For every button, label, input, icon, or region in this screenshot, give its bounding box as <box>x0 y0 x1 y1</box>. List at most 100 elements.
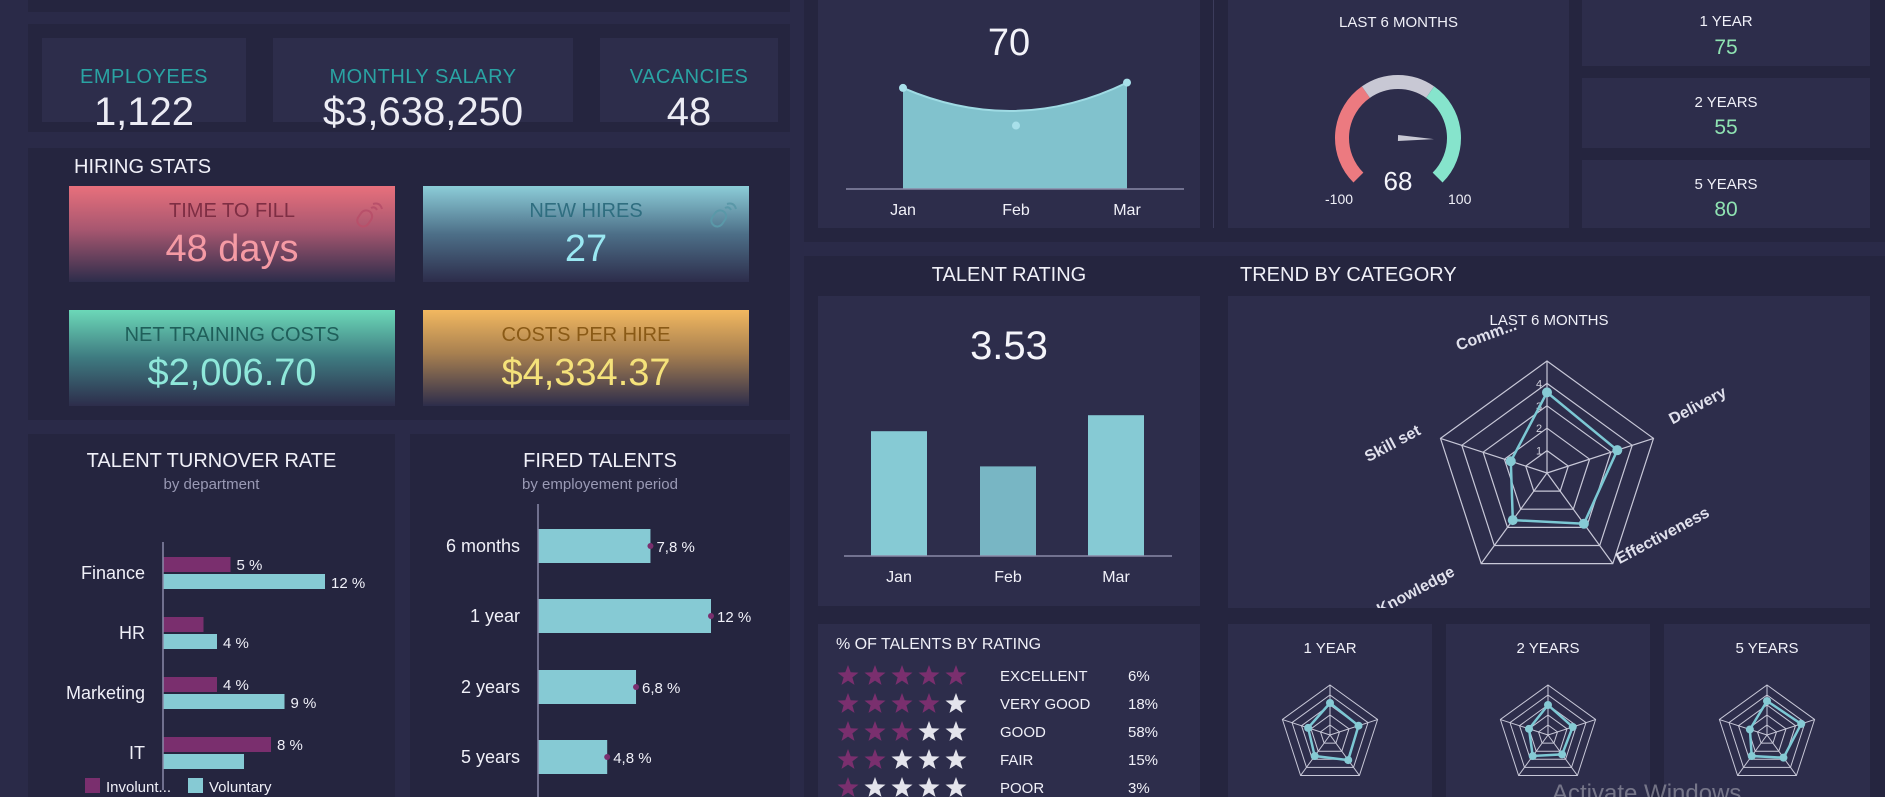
employees-card: EMPLOYEES 1,122 <box>42 38 246 134</box>
star-empty-icon <box>945 721 967 741</box>
radar-2y-chart <box>1499 684 1597 776</box>
fired-bar-marker <box>633 684 640 690</box>
new-hires-label: NEW HIRES <box>529 200 643 222</box>
star-filled-icon <box>864 749 886 769</box>
star-empty-icon <box>945 777 967 797</box>
radar-point <box>1544 701 1552 709</box>
rating-rows: EXCELLENT 6% VERY GOOD 18% GOOD 58% FAIR 15% POO… <box>836 664 1196 797</box>
radar-axis-label: Delivery <box>1666 384 1729 428</box>
radar-point <box>1568 722 1577 731</box>
gauge-arc-gray <box>1361 75 1435 99</box>
vacancies-card: VACANCIES 48 <box>600 38 778 134</box>
star-empty-icon <box>891 777 913 797</box>
talent-rating-title: TALENT RATING <box>931 264 1087 286</box>
gauge-arc-green <box>1425 86 1461 183</box>
turnover-subtitle: by department <box>163 476 260 493</box>
turnover-value-label: 9 % <box>291 695 317 712</box>
rating-stars <box>837 665 967 685</box>
radar-point <box>1779 753 1788 762</box>
star-filled-icon <box>891 693 913 713</box>
turnover-chart: Finance 5 % 12 % HR 4 % Marketing 4 % 9 % IT 8 % I… <box>66 542 365 796</box>
rating-pct: 58% <box>1128 724 1159 741</box>
radar-spoke <box>1546 472 1614 564</box>
star-empty-icon <box>918 721 940 741</box>
rating-stars <box>837 721 967 741</box>
fired-bar <box>538 529 651 563</box>
gauge-needle <box>1397 135 1434 141</box>
radar-point <box>1528 752 1537 761</box>
rating-row: EXCELLENT 6% <box>836 664 1216 692</box>
radar-5y-card: 5 YEARS <box>1664 624 1870 797</box>
area-point-feb <box>1012 121 1020 130</box>
salary-value: $3,638,250 <box>322 90 524 134</box>
training-costs-value: $2,006.70 <box>147 352 317 394</box>
fired-value-label: 12 % <box>717 609 751 626</box>
top-strip-panel <box>28 0 790 12</box>
legend-involuntary-label: Involunt... <box>106 779 171 796</box>
radar-point <box>1304 723 1313 732</box>
legend-voluntary-swatch <box>188 778 203 793</box>
turnover-value-label: 4 % <box>223 677 249 694</box>
radar-point <box>1747 752 1756 761</box>
radar-point <box>1558 750 1567 759</box>
turnover-panel: TALENT TURNOVER RATE by department Finan… <box>28 434 395 797</box>
radar-series-line <box>1509 390 1619 525</box>
hiring-stats-title: HIRING STATS <box>74 156 212 178</box>
radar-point <box>1326 699 1334 707</box>
radar-5y-chart <box>1718 684 1816 776</box>
fired-bar-marker <box>647 543 654 549</box>
radar-point <box>1524 724 1533 733</box>
fired-panel: FIRED TALENTS by employement period 6 mo… <box>410 434 790 797</box>
radar-point <box>1578 518 1589 529</box>
cost-per-hire-tile: COSTS PER HIRE $4,334.37 <box>423 310 749 406</box>
radar-point <box>1797 719 1806 728</box>
turnover-value-label: 4 % <box>223 635 249 652</box>
area-x-label: Mar <box>1113 202 1141 219</box>
turnover-bar-involuntary <box>163 677 217 692</box>
radar-point <box>1310 752 1319 761</box>
legend-voluntary-label: Voluntary <box>209 779 272 796</box>
area-point-mar <box>1123 78 1131 87</box>
radar-spoke <box>1440 437 1548 474</box>
radar-point <box>1505 456 1516 467</box>
rating-bar-jan <box>871 431 927 556</box>
area-point-jan <box>899 83 907 92</box>
radar-series-line <box>1748 699 1803 759</box>
turnover-category-label: HR <box>119 623 145 643</box>
rating-label: FAIR <box>1000 752 1034 769</box>
talent-rating-card: 3.53 Jan Feb Mar <box>818 296 1200 606</box>
rating-label: GOOD <box>1000 724 1046 741</box>
star-filled-icon <box>891 665 913 685</box>
turnover-bar-involuntary <box>163 737 271 752</box>
star-empty-icon <box>945 693 967 713</box>
period-3-label: 5 YEARS <box>1694 176 1758 193</box>
turnover-title: TALENT TURNOVER RATE <box>86 450 337 472</box>
mouse-icon <box>356 202 383 228</box>
fired-category-label: 1 year <box>470 606 520 626</box>
time-to-fill-value: 48 days <box>165 228 299 270</box>
fired-category-label: 2 years <box>461 677 520 697</box>
rating-bar-x-label: Mar <box>1102 569 1130 586</box>
trend-title: TREND BY CATEGORY <box>1240 264 1457 286</box>
training-costs-tile: NET TRAINING COSTS $2,006.70 <box>69 310 395 406</box>
turnover-category-label: Finance <box>81 563 145 583</box>
radar-1y-chart <box>1281 684 1379 776</box>
period-2-value: 55 <box>1714 116 1738 139</box>
fired-bar-marker <box>604 754 611 760</box>
period-1-label: 1 YEAR <box>1699 13 1753 30</box>
rating-row: GOOD 58% <box>836 720 1216 748</box>
turnover-bar-involuntary <box>163 617 204 632</box>
rating-stars <box>837 749 967 769</box>
rating-bar-mar <box>1088 415 1144 556</box>
vacancies-value: 48 <box>666 90 712 134</box>
new-hires-tile: NEW HIRES 27 <box>423 186 749 282</box>
fired-chart: 6 months 7,8 % 1 year 12 % 2 years 6,8 % 5 yea… <box>446 504 751 797</box>
fired-value-label: 7,8 % <box>656 539 694 556</box>
fired-bar-marker <box>708 613 714 619</box>
period-2-label: 2 YEARS <box>1694 94 1758 111</box>
fired-bar <box>538 670 637 704</box>
fired-subtitle: by employement period <box>522 476 678 493</box>
fired-category-label: 5 years <box>461 747 520 767</box>
gauge-min-label: -100 <box>1325 191 1354 207</box>
fired-title: FIRED TALENTS <box>523 450 677 472</box>
